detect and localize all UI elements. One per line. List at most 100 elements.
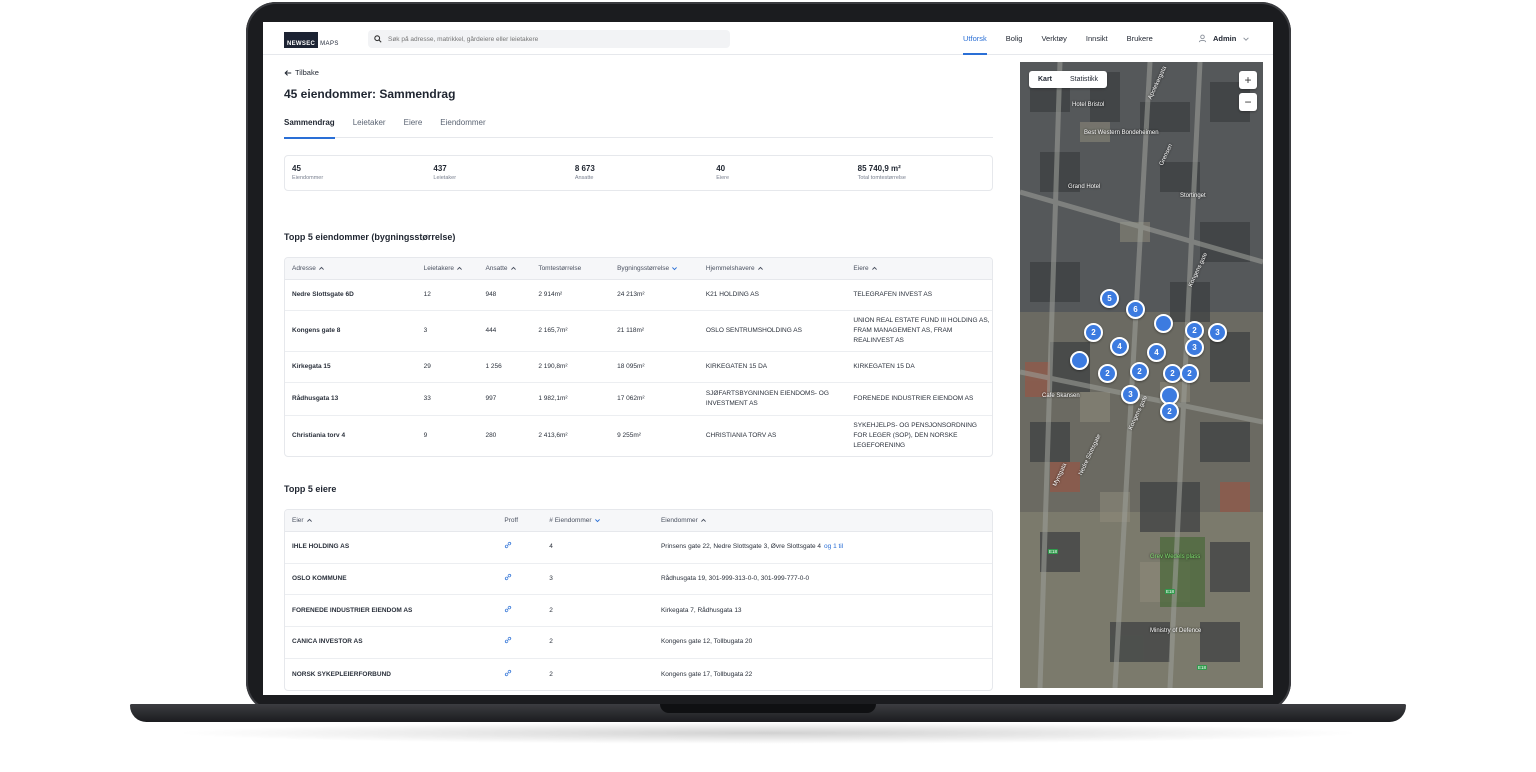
stat-label: Eiendommer bbox=[292, 175, 324, 181]
link-icon bbox=[505, 542, 512, 549]
table-cell: UNION REAL ESTATE FUND III HOLDING AS, F… bbox=[853, 317, 990, 344]
nav-item-innsikt[interactable]: Innsikt bbox=[1086, 22, 1108, 55]
table-row[interactable]: CANICA INVESTOR AS 2 Kongens gate 12, Toll… bbox=[285, 627, 992, 659]
app-logo[interactable]: NEWSEC MAPS bbox=[284, 31, 339, 48]
table-cell: OSLO SENTRUMSHOLDING AS bbox=[705, 327, 802, 334]
laptop-notch bbox=[660, 704, 876, 713]
column-header-tomtestørrelse[interactable]: Tomtestørrelse bbox=[531, 265, 610, 272]
table-row[interactable]: Christiania torv 4 9 280 2 413,6m² 9 255m² CH… bbox=[285, 416, 992, 456]
link-icon bbox=[505, 637, 512, 644]
chevron-up-icon bbox=[510, 266, 516, 270]
zoom-out-button[interactable]: − bbox=[1239, 93, 1257, 111]
table-row[interactable]: IHLE HOLDING AS 4 Prinsens gate 22, Nedre … bbox=[285, 532, 992, 564]
column-header-bygningsstørrelse[interactable]: Bygningsstørrelse bbox=[610, 265, 699, 272]
map-view-toggle: Kart Statistikk bbox=[1029, 71, 1108, 88]
map-cluster-marker[interactable] bbox=[1154, 314, 1173, 333]
proff-link[interactable] bbox=[497, 573, 542, 585]
search-input[interactable] bbox=[388, 35, 718, 43]
map-cluster-marker[interactable]: 3 bbox=[1185, 338, 1204, 357]
map-cluster-marker[interactable]: 3 bbox=[1121, 385, 1140, 404]
nav-item-brukere[interactable]: Brukere bbox=[1127, 22, 1153, 55]
table-cell: Rådhusgata 13 bbox=[292, 395, 339, 402]
column-header-eiere[interactable]: Eiere bbox=[846, 265, 992, 272]
owner-properties-text: Rådhusgata 19, 301-999-313-0-0, 301-999-… bbox=[660, 575, 810, 583]
column-header--eiendommer[interactable]: # Eiendommer bbox=[542, 517, 654, 524]
map-cluster-marker[interactable]: 2 bbox=[1180, 364, 1199, 383]
map-toggle-kart[interactable]: Kart bbox=[1029, 71, 1061, 88]
chevron-up-icon bbox=[757, 266, 763, 270]
column-header-eiendommer[interactable]: Eiendommer bbox=[654, 517, 992, 524]
nav-item-utforsk[interactable]: Utforsk bbox=[963, 22, 987, 55]
owner-name: IHLE HOLDING AS bbox=[292, 543, 350, 551]
nav-item-bolig[interactable]: Bolig bbox=[1006, 22, 1023, 55]
map-cluster-marker[interactable]: 5 bbox=[1100, 289, 1119, 308]
search-bar[interactable] bbox=[368, 30, 730, 48]
tab-sammendrag[interactable]: Sammendrag bbox=[284, 118, 335, 139]
tab-eiendommer[interactable]: Eiendommer bbox=[440, 118, 485, 138]
map-cluster-marker[interactable]: 4 bbox=[1147, 343, 1166, 362]
tab-leietaker[interactable]: Leietaker bbox=[353, 118, 386, 138]
column-header-leietakere[interactable]: Leietakere bbox=[417, 265, 479, 272]
top-properties-title: Topp 5 eiendommer (bygningsstørrelse) bbox=[284, 232, 456, 242]
top-properties-table: Adresse Leietakere Ansatte Tomtestørrelse By… bbox=[284, 257, 993, 457]
table-cell: 24 213m² bbox=[617, 291, 645, 298]
map-cluster-marker[interactable] bbox=[1070, 351, 1089, 370]
map-cluster-marker[interactable]: 2 bbox=[1130, 362, 1149, 381]
tab-eiere[interactable]: Eiere bbox=[404, 118, 423, 138]
table-row[interactable]: Kirkegata 15 29 1 256 2 190,8m² 18 095m² KIRK… bbox=[285, 352, 992, 383]
map-cluster-marker[interactable]: 2 bbox=[1160, 402, 1179, 421]
table-cell: SJØFARTSBYGNINGEN EIENDOMS- OG INVESTMEN… bbox=[705, 390, 829, 407]
table-cell: 9 bbox=[423, 432, 428, 439]
owner-properties: Rådhusgata 19, 301-999-313-0-0, 301-999-… bbox=[654, 574, 992, 584]
table-row[interactable]: OSLO KOMMUNE 3 Rådhusgata 19, 301-999-313-… bbox=[285, 564, 992, 596]
column-header-proff[interactable]: Proff bbox=[497, 517, 542, 524]
user-name: Admin bbox=[1213, 34, 1237, 43]
nav-item-verktøy[interactable]: Verktøy bbox=[1041, 22, 1066, 55]
arrow-left-icon bbox=[284, 69, 292, 76]
table-row[interactable]: FORENEDE INDUSTRIER EIENDOM AS 2 Kirkegata… bbox=[285, 595, 992, 628]
table-cell: 12 bbox=[423, 291, 431, 298]
user-menu[interactable]: Admin bbox=[1198, 22, 1250, 55]
stat-leietaker: 437 Leietaker bbox=[426, 156, 567, 190]
proff-link[interactable] bbox=[497, 669, 542, 681]
search-icon bbox=[374, 35, 382, 43]
proff-link[interactable] bbox=[497, 636, 542, 648]
table-cell: Kirkegata 15 bbox=[292, 363, 331, 370]
map-cluster-marker[interactable]: 2 bbox=[1084, 323, 1103, 342]
table-cell: FORENEDE INDUSTRIER EIENDOM AS bbox=[853, 395, 974, 402]
top-navigation: NEWSEC MAPS Utforsk Bolig Verktøy Innsikt Br… bbox=[263, 22, 1273, 55]
table-row[interactable]: NORSK SYKEPLEIERFORBUND 2 Kongens gate 17,… bbox=[285, 659, 992, 691]
device-shadow bbox=[170, 722, 1366, 744]
zoom-in-button[interactable]: + bbox=[1239, 71, 1257, 89]
table-cell: Nedre Slottsgate 6D bbox=[292, 291, 354, 298]
owner-properties-text: Kongens gate 12, Tollbugata 20 bbox=[660, 638, 753, 646]
table-row[interactable]: Nedre Slottsgate 6D 12 948 2 914m² 24 213m² K… bbox=[285, 280, 992, 311]
table-header: Eier Proff # Eiendommer Eiendommer bbox=[285, 510, 992, 532]
column-header-hjemmelshavere[interactable]: Hjemmelshavere bbox=[699, 265, 847, 272]
more-properties-link[interactable]: og 1 til bbox=[824, 543, 843, 550]
table-cell: 33 bbox=[423, 395, 431, 402]
back-link[interactable]: Tilbake bbox=[284, 68, 319, 77]
tab-bar: Sammendrag Leietaker Eiere Eiendommer bbox=[284, 118, 993, 139]
map-cluster-marker[interactable]: 3 bbox=[1208, 323, 1227, 342]
proff-link[interactable] bbox=[497, 605, 542, 617]
stat-eiere: 40 Eiere bbox=[709, 156, 850, 190]
map-toggle-statistikk[interactable]: Statistikk bbox=[1061, 71, 1107, 88]
map-cluster-marker[interactable]: 6 bbox=[1126, 300, 1145, 319]
column-header-eier[interactable]: Eier bbox=[285, 517, 497, 524]
column-header-ansatte[interactable]: Ansatte bbox=[478, 265, 531, 272]
column-header-adresse[interactable]: Adresse bbox=[285, 265, 417, 272]
table-row[interactable]: Rådhusgata 13 33 997 1 982,1m² 17 062m² SJØFA… bbox=[285, 383, 992, 416]
stat-value: 40 bbox=[716, 164, 726, 173]
stat-label: Ansatte bbox=[574, 175, 594, 181]
map-cluster-marker[interactable]: 4 bbox=[1110, 337, 1129, 356]
back-label: Tilbake bbox=[295, 68, 319, 77]
table-cell: 2 165,7m² bbox=[538, 327, 568, 334]
logo-primary: NEWSEC bbox=[284, 31, 319, 48]
table-row[interactable]: Kongens gate 8 3 444 2 165,7m² 21 118m² OSLO … bbox=[285, 311, 992, 352]
proff-link[interactable] bbox=[497, 541, 542, 553]
table-header: Adresse Leietakere Ansatte Tomtestørrelse By… bbox=[285, 258, 992, 280]
table-cell: Kongens gate 8 bbox=[292, 327, 341, 334]
satellite-map[interactable]: Kart Statistikk + − 5 6 2 4 2 3 3 4 2 2 2 2 3 2 Apoteke… bbox=[1020, 62, 1263, 688]
map-cluster-marker[interactable]: 2 bbox=[1098, 364, 1117, 383]
